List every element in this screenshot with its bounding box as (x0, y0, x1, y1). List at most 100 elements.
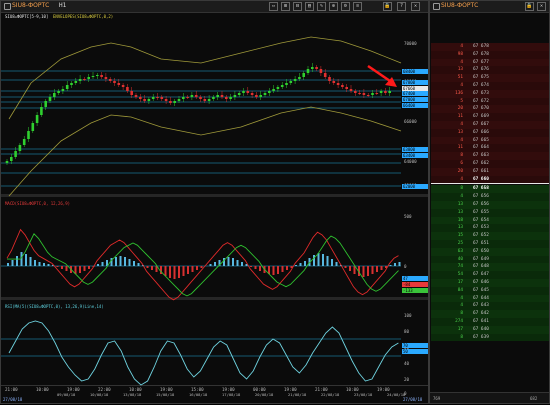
toolbar-icon-8[interactable]: ≡ (353, 2, 362, 11)
ask-row[interactable]: 20 67 661 (431, 167, 549, 176)
order-price: 67 669 (473, 114, 489, 120)
orderbook-footer-left: 769 (433, 396, 441, 401)
ask-row[interactable]: 8 67 663 (431, 152, 549, 160)
candle-body (358, 93, 361, 94)
bid-row[interactable]: 8 67 642 (431, 310, 549, 318)
window-menu-icon[interactable] (4, 3, 11, 10)
macd-histogram-bar (182, 266, 185, 276)
ask-row[interactable]: 4 67 665 (431, 136, 549, 145)
macd-histogram-bar (236, 260, 239, 266)
order-volume: 98 (457, 51, 463, 57)
bid-row[interactable]: 74 67 648 (431, 263, 549, 272)
order-price: 67 649 (473, 256, 489, 262)
order-price: 67 640 (473, 326, 489, 332)
close-icon[interactable]: ✕ (411, 2, 420, 11)
order-volume: 11 (457, 145, 463, 151)
bid-row[interactable]: 4 67 644 (431, 294, 549, 303)
toolbar-icon-5[interactable]: ✎ (317, 2, 326, 11)
bid-row[interactable]: 25 67 651 (431, 240, 549, 248)
macd-histogram-bar (79, 266, 81, 273)
bid-row[interactable]: 8 67 658 (431, 185, 549, 194)
ask-row[interactable]: 4 67 667 (431, 121, 549, 129)
timeframe-label[interactable]: H1 (59, 2, 66, 9)
ask-row[interactable]: 51 67 675 (431, 74, 549, 82)
chart-title: SIU8-ФОРТС (12, 2, 50, 9)
candle-body (100, 75, 103, 77)
candle-body (57, 91, 60, 93)
candle-body (190, 95, 194, 97)
toolbar-icon-2[interactable]: ⊞ (281, 2, 290, 11)
price-chart[interactable]: 70000680006600064000620005000-5001008060… (1, 11, 428, 405)
candle-body (315, 67, 318, 69)
orderbook-table[interactable]: 4 67 678 98 67 678 4 67 677 13 67 676 51 67 675 4 6… (431, 13, 549, 393)
date-axis-label: 22/08/18 (321, 392, 340, 397)
bid-row[interactable]: 13 67 655 (431, 208, 549, 217)
toolbar-icon-4[interactable]: ▤ (305, 2, 314, 11)
candle-body (306, 69, 310, 73)
order-volume: 20 (457, 106, 463, 112)
ask-row[interactable]: 13 67 676 (431, 66, 549, 75)
ask-row[interactable]: 6 67 662 (431, 160, 549, 168)
orderbook-menu-icon[interactable] (433, 3, 440, 10)
candle-body (259, 95, 262, 97)
rsi-scale-label: 80 (404, 329, 410, 334)
help-icon[interactable]: ? (397, 2, 406, 11)
order-price: 67 643 (473, 303, 489, 309)
candle-body (311, 67, 314, 69)
bid-row[interactable]: 17 67 640 (431, 325, 549, 334)
candle-body (91, 76, 95, 77)
bid-row[interactable]: 8 67 639 (431, 333, 549, 342)
ask-row[interactable]: 4 67 677 (431, 58, 549, 67)
macd-histogram-bar (349, 266, 351, 271)
bid-row[interactable]: 40 67 649 (431, 255, 549, 264)
order-volume: 25 (457, 241, 463, 246)
candle-body (216, 95, 219, 97)
ask-row[interactable]: 136 67 673 (431, 89, 549, 98)
ask-row[interactable]: 20 67 670 (431, 105, 549, 114)
ask-row[interactable]: 5 67 672 (431, 97, 549, 106)
order-volume: 4 (460, 303, 463, 309)
candle-body (44, 101, 47, 107)
bid-row[interactable]: 4 67 643 (431, 302, 549, 311)
macd-histogram-bar (38, 262, 41, 266)
price-level-box: 67400 (402, 91, 428, 96)
candle-body (151, 97, 155, 99)
lock-icon[interactable]: 🔒 (383, 2, 392, 11)
date-axis-label: 16/08/18 (189, 392, 208, 397)
bid-row[interactable]: 84 67 645 (431, 286, 549, 295)
candle-body (27, 131, 30, 139)
bid-row[interactable]: 18 67 654 (431, 216, 549, 225)
macd-histogram-bar (169, 266, 171, 278)
bid-row[interactable]: 54 67 647 (431, 271, 549, 279)
order-price: 67 670 (473, 106, 489, 112)
toolbar-icon-7[interactable]: ⚙ (341, 2, 350, 11)
toolbar-icon-6[interactable]: ⊕ (329, 2, 338, 11)
ask-row[interactable]: 4 67 678 (431, 43, 549, 51)
bid-row[interactable]: 17 67 646 (431, 279, 549, 287)
order-price: 67 666 (473, 129, 489, 135)
bid-row[interactable]: 63 67 650 (431, 247, 549, 256)
bid-row[interactable]: 13 67 656 (431, 201, 549, 209)
order-volume: 8 (460, 334, 463, 340)
toolbar-icon-3[interactable]: ⊟ (293, 2, 302, 11)
candle-body (298, 77, 301, 79)
candle-body (362, 93, 366, 95)
ask-row[interactable]: 98 67 678 (431, 50, 549, 59)
bid-row[interactable]: 13 67 653 (431, 224, 549, 233)
ask-row[interactable]: 4 67 674 (431, 82, 549, 90)
bid-row[interactable]: 274 67 641 (431, 318, 549, 326)
orderbook-close-icon[interactable]: ✕ (537, 2, 546, 11)
order-price: 67 660 (473, 176, 489, 182)
ask-row[interactable]: 11 67 669 (431, 113, 549, 121)
orderbook-lock-icon[interactable]: 🔒 (525, 2, 534, 11)
toolbar-icon-1[interactable]: ▭ (269, 2, 278, 11)
ask-row[interactable]: 4 67 660 (431, 175, 549, 184)
ask-row[interactable]: 11 67 664 (431, 144, 549, 153)
bid-row[interactable]: 4 67 656 (431, 193, 549, 201)
ask-row[interactable]: 13 67 666 (431, 128, 549, 137)
macd-histogram-bar (128, 259, 131, 266)
bid-row[interactable]: 15 67 652 (431, 232, 549, 240)
candle-body (255, 95, 258, 97)
order-volume: 84 (457, 287, 463, 293)
order-volume: 18 (457, 217, 463, 223)
